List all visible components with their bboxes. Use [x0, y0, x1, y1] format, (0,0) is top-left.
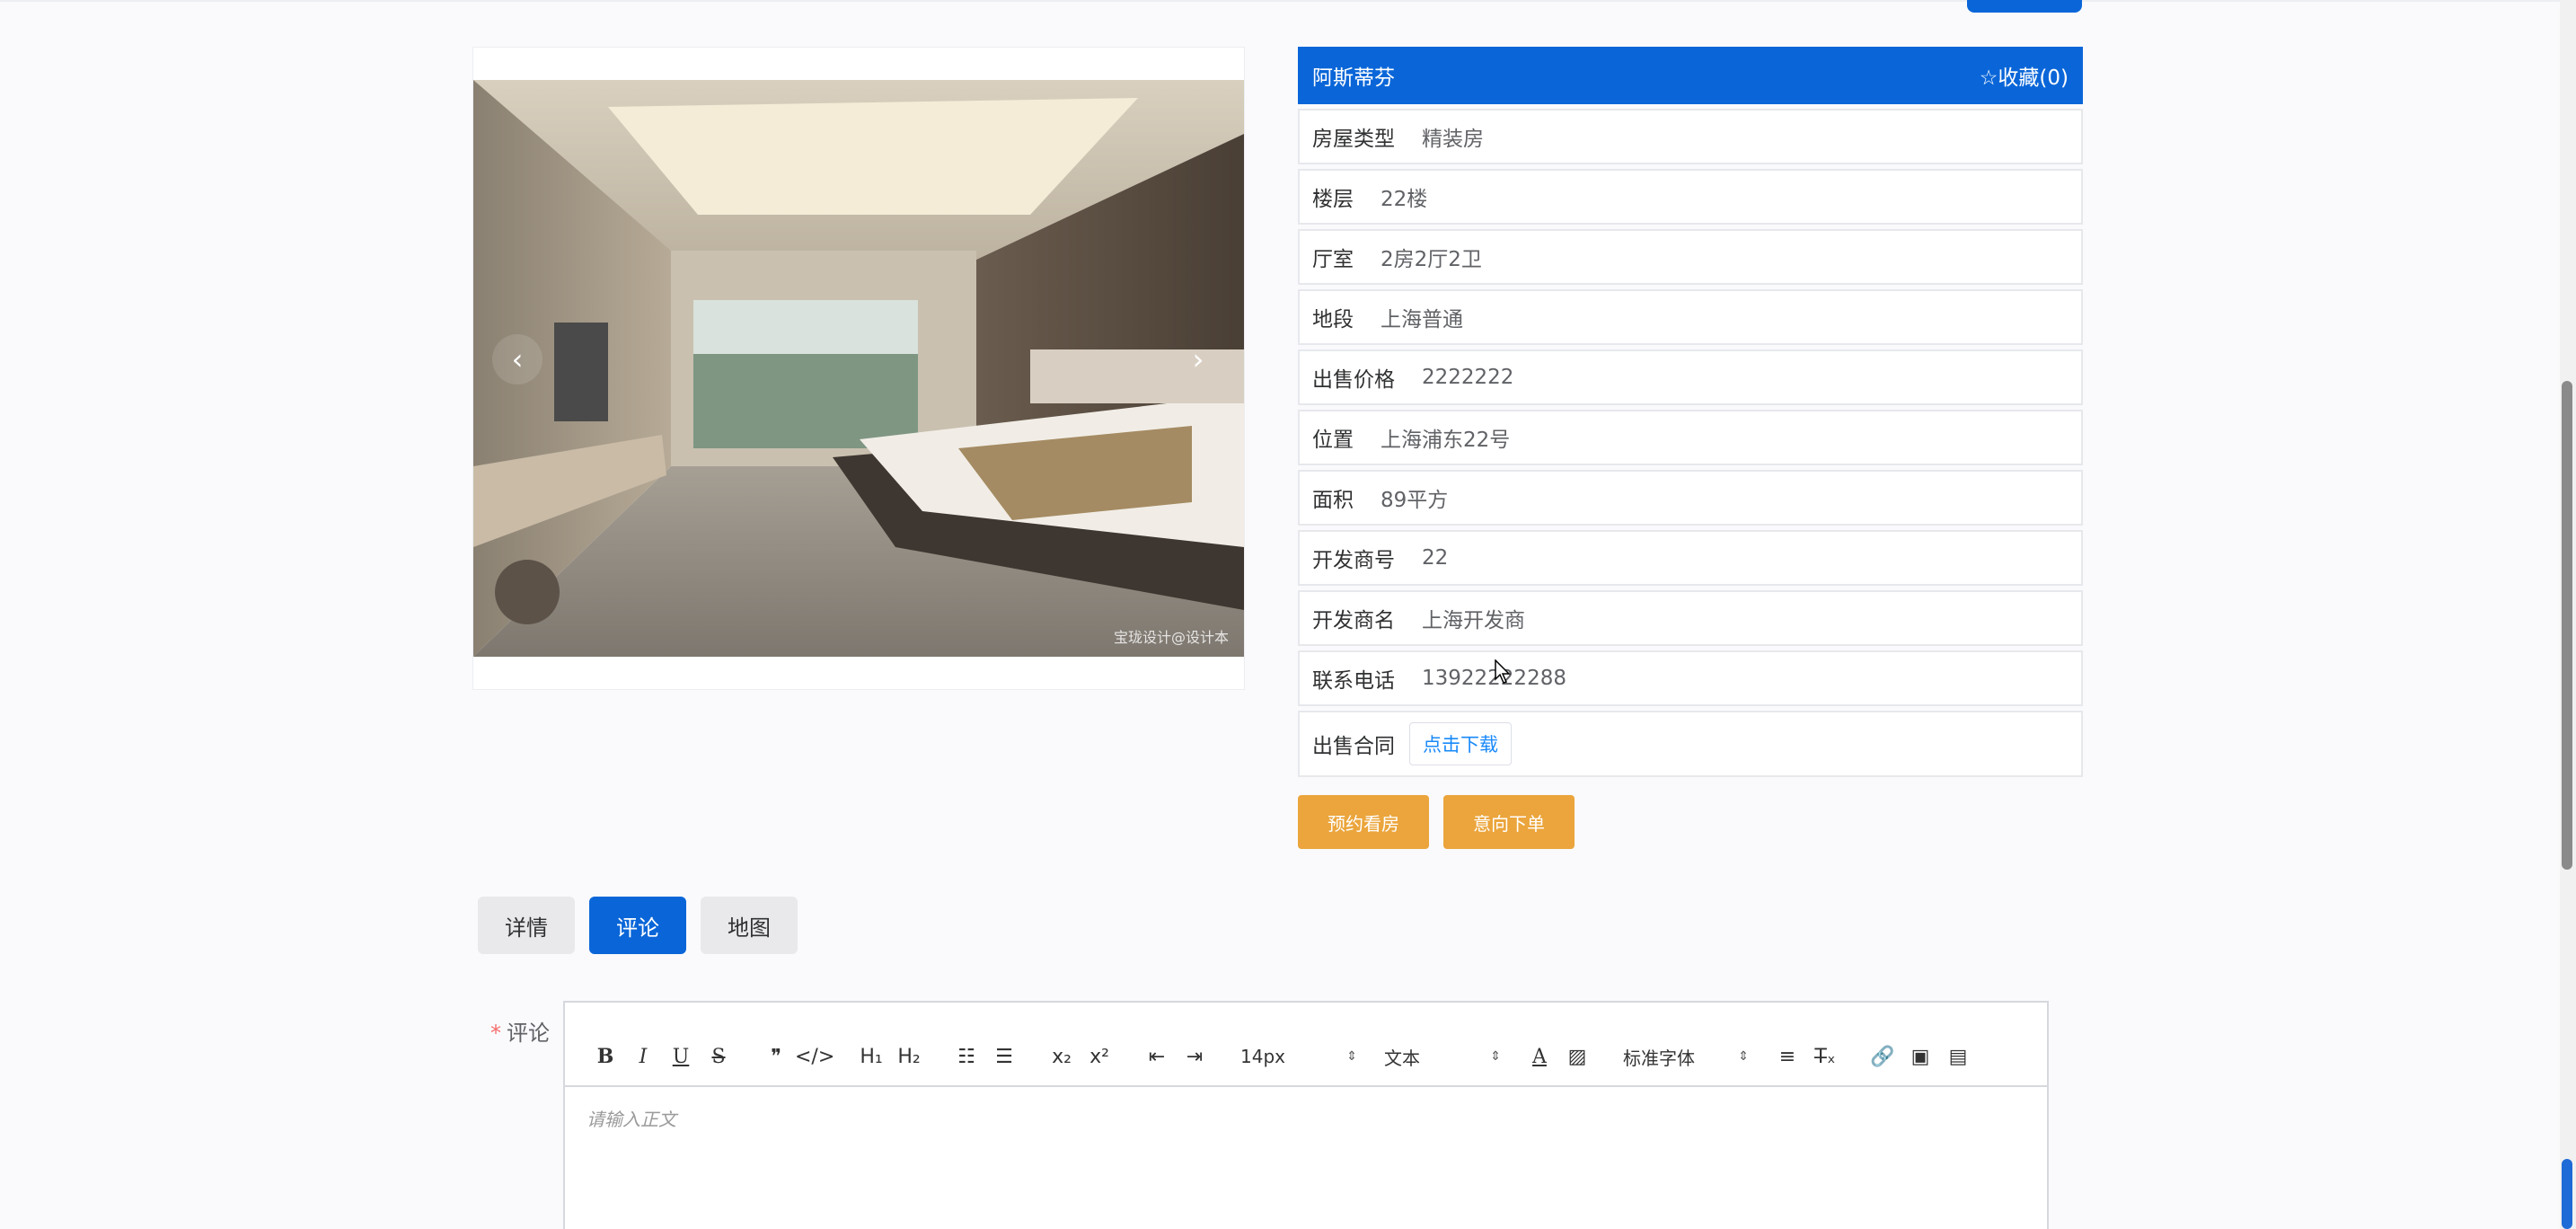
image-icon[interactable]: ▣ [1901, 1046, 1939, 1068]
tab-0[interactable]: 详情 [478, 897, 575, 954]
select-caret-icon: ⇕ [1738, 1049, 1749, 1064]
info-row: 地段 上海普通 [1298, 289, 2083, 345]
download-contract-button[interactable]: 点击下载 [1409, 722, 1512, 765]
outdent-icon[interactable]: ⇤ [1138, 1046, 1176, 1068]
info-row-value: 精装房 [1422, 128, 1484, 151]
bold-icon[interactable]: B [587, 1045, 624, 1068]
required-mark: * [490, 1021, 501, 1046]
intent-order-button[interactable]: 意向下单 [1443, 795, 1575, 849]
code-icon[interactable]: </> [795, 1046, 834, 1068]
info-row-label: 开发商名 [1312, 609, 1395, 632]
select-caret-icon: ⇕ [1490, 1049, 1501, 1064]
top-divider [0, 0, 2560, 2]
info-row-value: 上海浦东22号 [1381, 429, 1511, 452]
font-family-select[interactable]: 标准字体 ⇕ [1623, 1044, 1749, 1070]
listing-actions: 预约看房 意向下单 [1298, 795, 2083, 849]
info-row-label: 房屋类型 [1312, 128, 1395, 151]
contract-label: 出售合同 [1312, 735, 1395, 758]
blockquote-icon[interactable]: ❞ [757, 1046, 795, 1068]
info-row: 出售价格 2222222 [1298, 349, 2083, 405]
clear-format-icon[interactable]: T̶ₓ [1806, 1046, 1844, 1068]
info-row: 联系电话 13922222288 [1298, 650, 2083, 706]
text-style-select[interactable]: 文本 ⇕ [1384, 1044, 1501, 1070]
editor-placeholder: 请输入正文 [587, 1109, 676, 1130]
comment-label: * 评论 [490, 1015, 550, 1047]
superscript-icon[interactable]: x² [1081, 1046, 1118, 1068]
info-row-label: 地段 [1312, 308, 1354, 332]
room-photo [473, 80, 1244, 657]
text-style-value: 文本 [1384, 1047, 1420, 1069]
underline-icon[interactable]: U [662, 1046, 700, 1068]
info-row-label: 楼层 [1312, 188, 1354, 211]
tab-1[interactable]: 评论 [589, 897, 686, 954]
info-row-value: 上海开发商 [1422, 609, 1525, 632]
editor-toolbar: B I U S ❞ </> H₁ H₂ ☷ ☰ x₂ x² ⇤ ⇥ 14px ⇕ … [565, 1003, 2047, 1087]
font-size-select[interactable]: 14px ⇕ [1240, 1046, 1357, 1067]
font-family-value: 标准字体 [1623, 1047, 1695, 1069]
detail-tabs: 详情 评论 地图 [478, 897, 798, 954]
font-size-value: 14px [1240, 1046, 1285, 1067]
font-color-icon[interactable]: A [1521, 1046, 1558, 1068]
scrollbar-thumb[interactable] [2562, 381, 2572, 870]
listing-header: 阿斯蒂芬 ☆收藏(0) [1298, 47, 2083, 104]
photo-watermark: 宝珑设计@设计本 [1114, 629, 1230, 646]
tab-2[interactable]: 地图 [701, 897, 798, 954]
listing-info-panel: 阿斯蒂芬 ☆收藏(0) 房屋类型 精装房楼层 22楼厅室 2房2厅2卫地段 上海普通出售… [1298, 47, 2083, 849]
info-row-value: 2房2厅2卫 [1381, 248, 1482, 271]
favorite-button[interactable]: ☆收藏(0) [1980, 60, 2069, 91]
info-row-label: 位置 [1312, 429, 1354, 452]
info-row: 位置 上海浦东22号 [1298, 410, 2083, 465]
strike-icon[interactable]: S [700, 1046, 737, 1068]
info-row-label: 联系电话 [1312, 669, 1395, 693]
comment-editor: B I U S ❞ </> H₁ H₂ ☷ ☰ x₂ x² ⇤ ⇥ 14px ⇕ … [563, 1001, 2049, 1229]
info-row-value: 2222222 [1422, 366, 1514, 389]
info-row-label: 厅室 [1312, 248, 1354, 271]
info-row: 厅室 2房2厅2卫 [1298, 229, 2083, 285]
indent-icon[interactable]: ⇥ [1176, 1046, 1213, 1068]
italic-icon[interactable]: I [624, 1046, 662, 1068]
info-row-label: 开发商号 [1312, 549, 1395, 572]
contract-row: 出售合同 点击下载 [1298, 711, 2083, 777]
listing-title: 阿斯蒂芬 [1312, 66, 1395, 90]
select-caret-icon: ⇕ [1346, 1049, 1357, 1064]
info-row: 面积 89平方 [1298, 470, 2083, 526]
top-action-button[interactable] [1967, 0, 2082, 13]
info-row-value: 22楼 [1381, 188, 1428, 211]
bullet-list-icon[interactable]: ☰ [985, 1046, 1023, 1068]
scroll-indicator[interactable] [2562, 1159, 2572, 1229]
heading2-icon[interactable]: H₂ [890, 1046, 928, 1068]
info-row: 开发商号 22 [1298, 530, 2083, 586]
info-row-label: 面积 [1312, 489, 1354, 512]
info-row-value: 22 [1422, 546, 1449, 570]
heading1-icon[interactable]: H₁ [852, 1046, 890, 1068]
info-row-value: 89平方 [1381, 489, 1449, 512]
carousel-next-button[interactable]: › [1173, 334, 1223, 385]
carousel-prev-button[interactable]: ‹ [492, 334, 543, 385]
ordered-list-icon[interactable]: ☷ [948, 1046, 985, 1068]
info-row-value: 上海普通 [1381, 308, 1463, 332]
subscript-icon[interactable]: x₂ [1043, 1046, 1081, 1068]
video-icon[interactable]: ▤ [1939, 1046, 1977, 1068]
comment-label-text: 评论 [507, 1021, 550, 1046]
info-row: 房屋类型 精装房 [1298, 109, 2083, 164]
mouse-cursor-icon [1495, 659, 1511, 684]
align-icon[interactable]: ≡ [1769, 1046, 1806, 1068]
image-carousel [472, 47, 1245, 690]
background-color-icon[interactable]: ▨ [1558, 1046, 1596, 1068]
info-row: 楼层 22楼 [1298, 169, 2083, 225]
editor-body[interactable]: 请输入正文 [565, 1087, 2047, 1149]
info-row: 开发商名 上海开发商 [1298, 590, 2083, 646]
link-icon[interactable]: 🔗 [1864, 1046, 1901, 1068]
book-viewing-button[interactable]: 预约看房 [1298, 795, 1429, 849]
info-row-label: 出售价格 [1312, 368, 1395, 392]
room-photo-drawing [473, 80, 1244, 657]
